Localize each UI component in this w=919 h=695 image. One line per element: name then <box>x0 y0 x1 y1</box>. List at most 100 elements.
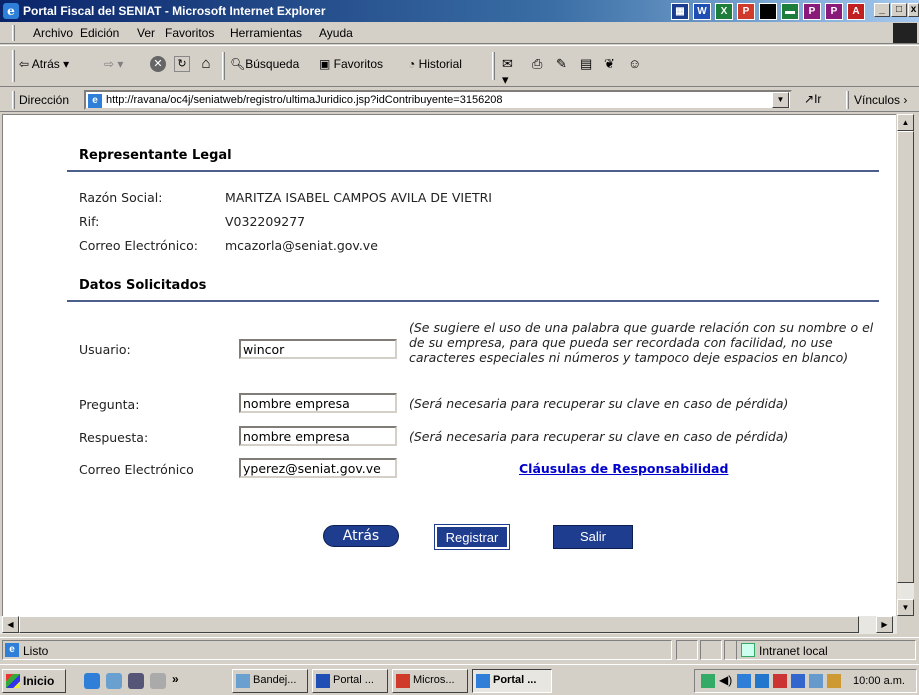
favorites-icon: ▣ <box>319 57 334 71</box>
usuario-input[interactable]: wincor <box>239 339 397 359</box>
respuesta-input[interactable]: nombre empresa <box>239 426 397 446</box>
usuario-hint: (Se sugiere el uso de una palabra que gu… <box>409 320 874 365</box>
print-icon[interactable]: ⎙ <box>532 56 548 72</box>
volume-tray-icon[interactable]: ◀) <box>719 673 732 687</box>
task-bandeja[interactable]: Bandej... <box>232 669 308 693</box>
discuss-icon[interactable]: ▤ <box>580 56 596 72</box>
stop-icon[interactable]: ✕ <box>150 56 166 72</box>
correo-value: mcazorla@seniat.gov.ve <box>225 238 378 253</box>
ie-quicklaunch-icon[interactable] <box>84 673 100 689</box>
go-label: Ir <box>814 92 822 106</box>
representante-title: Representante Legal <box>79 148 232 163</box>
clausulas-link[interactable]: Cláusulas de Responsabilidad <box>519 461 728 476</box>
correo2-label: Correo Electrónico <box>79 462 194 477</box>
pregunta-label: Pregunta: <box>79 397 140 412</box>
address-url: http://ravana/oc4j/seniatweb/registro/ul… <box>106 94 503 106</box>
status-zone-panel: Intranet local <box>736 640 916 660</box>
search-icon: 🔍︎ <box>230 57 246 71</box>
back-button[interactable]: ⇦ Atrás ▾ <box>19 57 69 71</box>
system-tray: ◀) 10:00 a.m. <box>694 669 917 693</box>
black-icon <box>759 3 777 20</box>
security-tray-icon[interactable] <box>773 674 787 688</box>
status-page-icon: e <box>5 643 19 657</box>
menu-edicion[interactable]: Edición <box>80 26 119 40</box>
search-button[interactable]: 🔍︎Búsqueda <box>230 57 299 71</box>
home-icon[interactable]: ⌂ <box>198 56 214 72</box>
refresh-icon[interactable]: ↻ <box>174 56 190 72</box>
powerpoint-doc-icon <box>396 674 410 688</box>
research-icon[interactable]: ❦ <box>604 56 620 72</box>
history-label: Historial <box>418 57 462 71</box>
task-bandeja-label: Bandej... <box>253 674 297 686</box>
search-tray-icon[interactable] <box>809 674 823 688</box>
forward-button[interactable]: ⇨ ▾ <box>104 57 123 71</box>
correo-label: Correo Electrónico: <box>79 238 198 253</box>
taskbar: Inicio » Bandej... Portal ... Micros... … <box>0 664 919 695</box>
app-quicklaunch-icon[interactable] <box>150 673 166 689</box>
menu-ayuda[interactable]: Ayuda <box>319 26 353 40</box>
scroll-thumb[interactable] <box>897 131 914 583</box>
task-portal-word[interactable]: Portal ... <box>312 669 388 693</box>
links-grip <box>846 91 849 109</box>
salir-button[interactable]: Salir <box>553 525 633 549</box>
utility-tray-icon[interactable] <box>827 674 841 688</box>
address-input[interactable]: e http://ravana/oc4j/seniatweb/registro/… <box>84 90 792 110</box>
go-button[interactable]: ↗Ir <box>804 92 821 106</box>
task-micros[interactable]: Micros... <box>392 669 468 693</box>
shield-tray-icon[interactable] <box>791 674 805 688</box>
toolbar: ⇦ Atrás ▾ ⇨ ▾ ✕ ↻ ⌂ 🔍︎Búsqueda ▣ Favorit… <box>0 45 919 87</box>
task-portal-ie[interactable]: Portal ... <box>472 669 552 693</box>
messenger-tray-icon[interactable] <box>755 674 769 688</box>
scroll-left-button[interactable]: ◀ <box>2 616 19 633</box>
start-button[interactable]: Inicio <box>2 669 66 693</box>
status-text-panel: e Listo <box>2 640 672 660</box>
maximize-button[interactable]: □ <box>891 3 907 17</box>
hscroll-thumb[interactable] <box>19 616 859 633</box>
razon-social-value: MARITZA ISABEL CAMPOS AVILA DE VIETRI <box>225 190 492 205</box>
menu-bar: Archivo Edición Ver Favoritos Herramient… <box>0 22 919 44</box>
datos-rule <box>67 300 879 302</box>
favorites-button[interactable]: ▣ Favoritos <box>319 57 383 71</box>
atras-button[interactable]: Atrás <box>323 525 399 547</box>
more-chevron-icon[interactable]: » <box>172 672 179 686</box>
desktop-quicklaunch-icon[interactable] <box>128 673 144 689</box>
scroll-right-button[interactable]: ▶ <box>876 616 893 633</box>
search-label: Búsqueda <box>245 57 300 71</box>
menu-archivo[interactable]: Archivo <box>33 26 73 40</box>
word-icon: W <box>693 3 711 20</box>
links-button[interactable]: Vínculos › <box>854 93 907 107</box>
toolbar-sep <box>222 52 225 80</box>
scroll-up-button[interactable]: ▲ <box>897 114 914 131</box>
edit-icon[interactable]: ✎ <box>556 56 572 72</box>
close-button[interactable]: x <box>908 3 919 17</box>
menu-favoritos[interactable]: Favoritos <box>165 26 214 40</box>
correo2-input[interactable]: yperez@seniat.gov.ve <box>239 458 397 478</box>
menu-herramientas[interactable]: Herramientas <box>230 26 302 40</box>
horizontal-scrollbar[interactable]: ◀ ▶ <box>0 616 897 634</box>
outlook-quicklaunch-icon[interactable] <box>106 673 122 689</box>
scroll-corner <box>897 616 919 634</box>
title-bar: e Portal Fiscal del SENIAT - Microsoft I… <box>0 0 919 22</box>
address-dropdown-button[interactable]: ▼ <box>772 92 789 108</box>
network-tray-icon[interactable] <box>701 674 715 688</box>
vertical-scrollbar[interactable]: ▲ ▼ <box>897 114 914 616</box>
menu-grip <box>12 25 15 41</box>
pregunta-input[interactable]: nombre empresa <box>239 393 397 413</box>
respuesta-label: Respuesta: <box>79 430 149 445</box>
publisher-icon: P <box>803 3 821 20</box>
history-button[interactable]: ◔ Historial <box>408 57 462 71</box>
menu-ver[interactable]: Ver <box>137 26 155 40</box>
ie-icon: e <box>3 3 19 19</box>
razon-social-label: Razón Social: <box>79 190 163 205</box>
minimize-button[interactable]: _ <box>874 3 890 17</box>
status-bar: e Listo Intranet local <box>0 637 919 661</box>
display-tray-icon[interactable] <box>737 674 751 688</box>
messenger-icon[interactable]: ☺ <box>628 56 644 72</box>
scroll-down-button[interactable]: ▼ <box>897 599 914 616</box>
mail-icon[interactable]: ✉▾ <box>502 56 518 87</box>
publisher2-icon: P <box>825 3 843 20</box>
registrar-button[interactable]: Registrar <box>434 524 510 550</box>
favorites-label: Favoritos <box>333 57 384 71</box>
page-content: Representante Legal Razón Social: MARITZ… <box>2 114 896 616</box>
address-grip <box>12 91 15 109</box>
